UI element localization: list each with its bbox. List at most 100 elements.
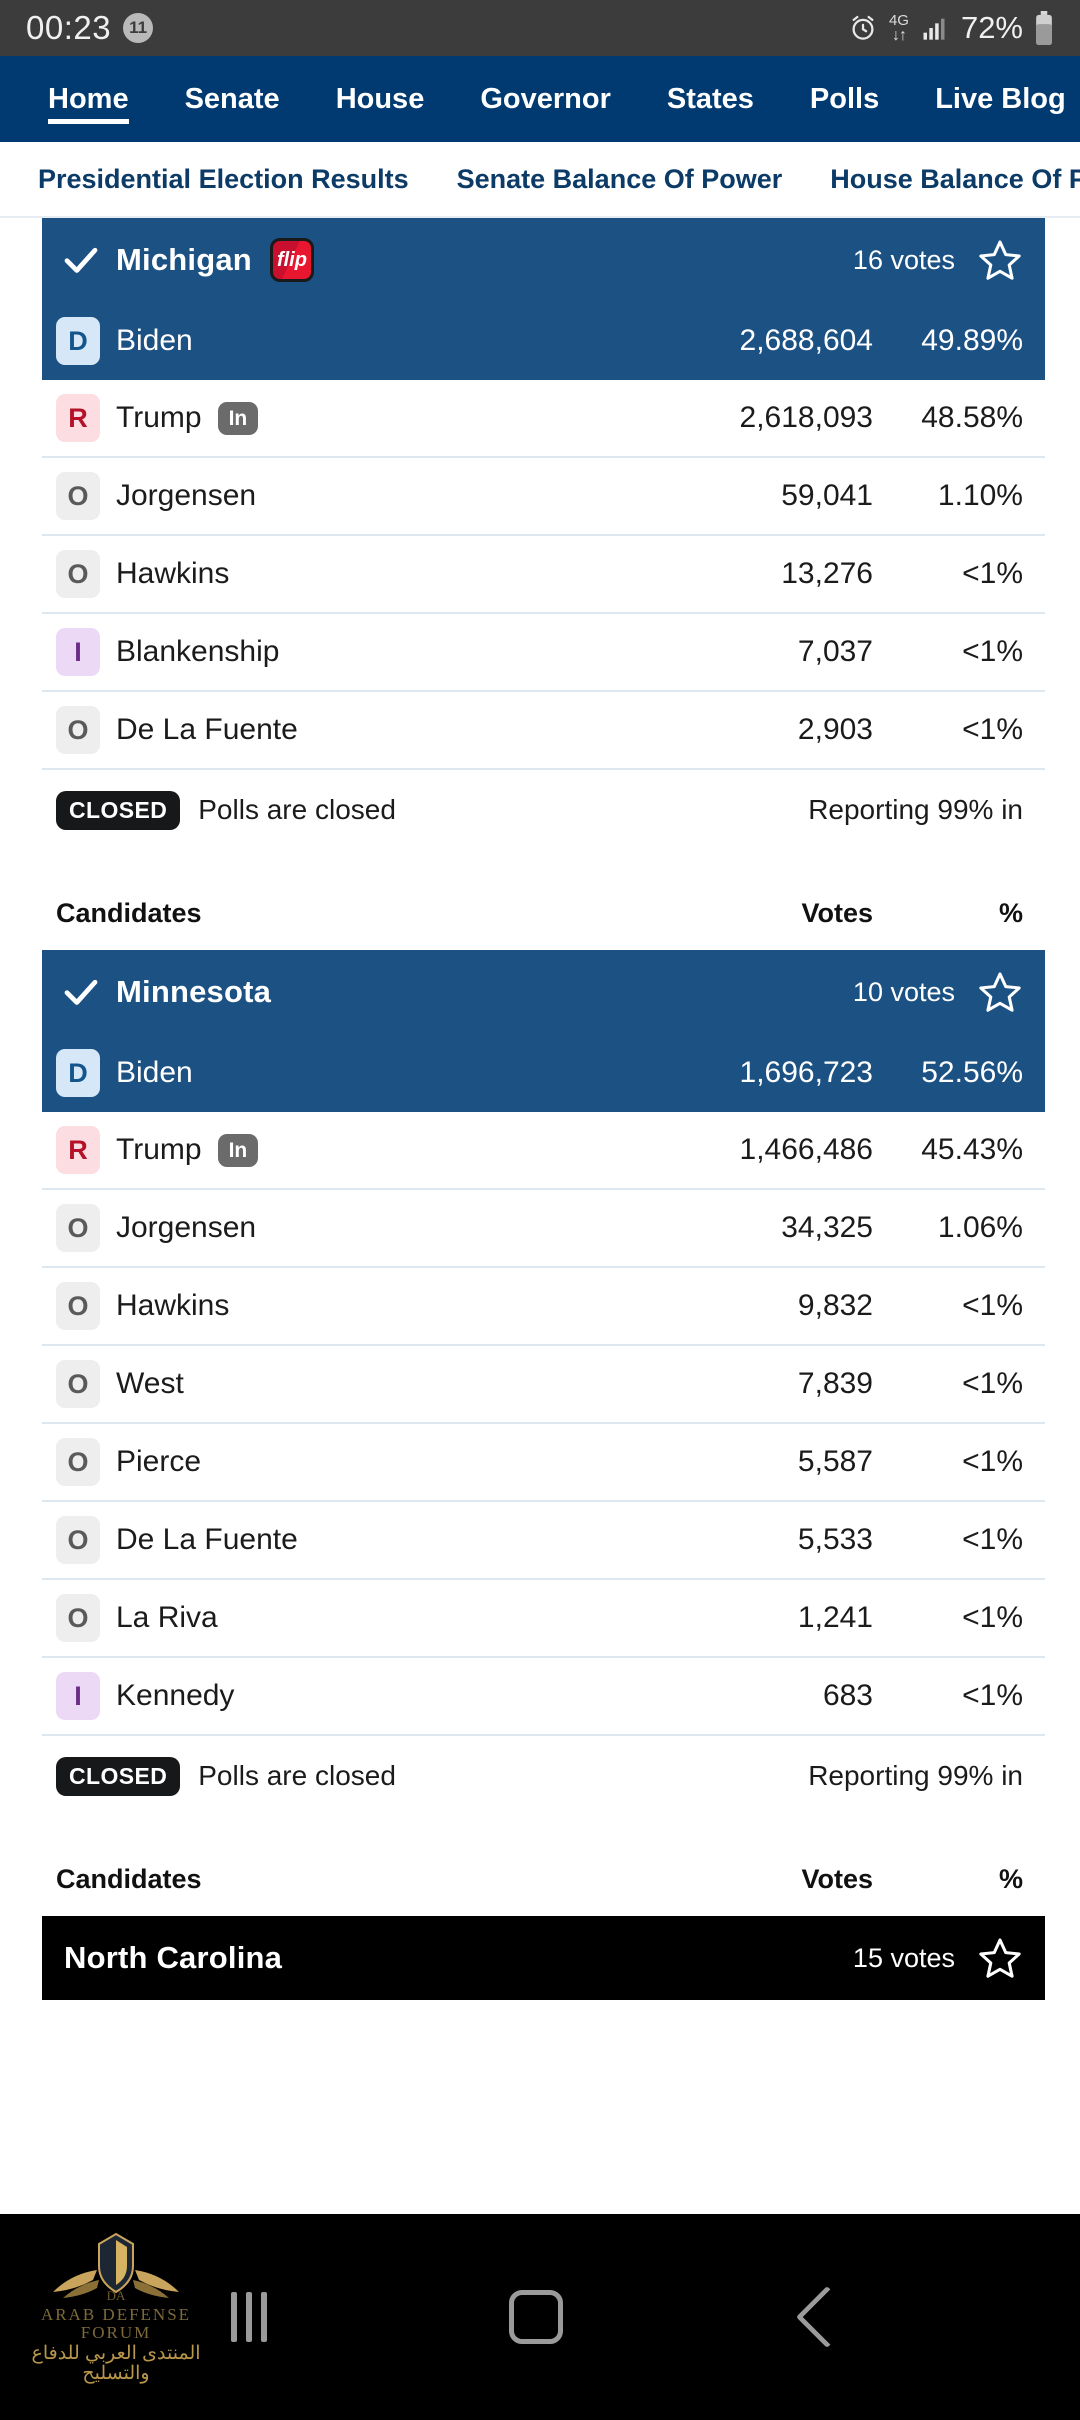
- table-row[interactable]: O Jorgensen 59,041 1.10%: [42, 458, 1045, 536]
- state-name-label: Michigan: [116, 242, 252, 277]
- candidate-rows: D Biden 1,696,723 52.56% R Trump In 1,466,486 45…: [42, 1034, 1045, 1736]
- subnav-senate-balance-of-power[interactable]: Senate Balance Of Power: [433, 164, 807, 195]
- nav-button-group[interactable]: [0, 2285, 1080, 2349]
- candidate-percent-value: <1%: [962, 1289, 1023, 1322]
- nav-tab-polls[interactable]: Polls: [782, 56, 907, 142]
- party-badge-o: O: [56, 1438, 100, 1486]
- candidate-votes-value: 5,533: [797, 1523, 873, 1556]
- state-header-left: Michigan flip: [64, 238, 853, 282]
- table-row[interactable]: D Biden 1,696,723 52.56%: [42, 1034, 1045, 1112]
- candidate-name-label: Hawkins: [116, 1289, 230, 1322]
- candidate-votes-value: 683: [822, 1679, 873, 1712]
- candidate-percent-value: <1%: [962, 635, 1023, 668]
- electoral-votes-label: 16 votes: [852, 244, 955, 275]
- column-header-percent: %: [998, 1863, 1023, 1894]
- nav-tab-live-blog[interactable]: Live Blog: [907, 56, 1080, 142]
- status-bar: 00:23 11 4G ↓↑ 72%: [0, 0, 1080, 56]
- home-button-icon[interactable]: [509, 2290, 563, 2344]
- candidate-name-label: Biden: [116, 324, 193, 357]
- table-row[interactable]: O De La Fuente 2,903 <1%: [42, 692, 1045, 770]
- candidate-name-label: De La Fuente: [116, 713, 298, 746]
- candidate-votes-value: 5,587: [797, 1445, 873, 1478]
- results-scroll-area[interactable]: Michigan flip 16 votes D Biden 2,688,604 49.89…: [0, 218, 1080, 2214]
- notification-count-badge: 11: [123, 13, 154, 43]
- candidate-votes-value: 1,466,486: [739, 1133, 873, 1166]
- table-row[interactable]: O Pierce 5,587 <1%: [42, 1424, 1045, 1502]
- state-header-left: Minnesota: [64, 974, 853, 1010]
- nav-tab-states[interactable]: States: [639, 56, 782, 142]
- reporting-percent-label: Reporting 99% in: [808, 794, 1023, 825]
- electoral-votes-label: 15 votes: [852, 1942, 955, 1973]
- table-row[interactable]: O West 7,839 <1%: [42, 1346, 1045, 1424]
- table-row[interactable]: O De La Fuente 5,533 <1%: [42, 1502, 1045, 1580]
- candidate-name-label: De La Fuente: [116, 1523, 298, 1556]
- state-header-michigan[interactable]: Michigan flip 16 votes: [42, 218, 1045, 302]
- status-bar-left: 00:23 11: [26, 9, 154, 47]
- candidate-percent-value: <1%: [962, 1523, 1023, 1556]
- party-badge-o: O: [56, 1204, 100, 1252]
- candidate-votes-value: 34,325: [781, 1211, 873, 1244]
- nav-tab-senate[interactable]: Senate: [157, 56, 308, 142]
- primary-navigation[interactable]: Home Senate House Governor States Polls …: [0, 56, 1080, 142]
- data-transfer-icon: 4G ↓↑: [888, 11, 909, 44]
- table-row[interactable]: D Biden 2,688,604 49.89%: [42, 302, 1045, 380]
- battery-percent-label: 72%: [960, 10, 1023, 45]
- candidate-votes-value: 59,041: [781, 479, 873, 512]
- table-row[interactable]: R Trump In 1,466,486 45.43%: [42, 1112, 1045, 1190]
- favorite-star-icon[interactable]: [977, 237, 1023, 283]
- candidate-name-label: Blankenship: [116, 635, 280, 668]
- status-badge: CLOSED: [56, 790, 181, 830]
- flip-badge: flip: [269, 238, 314, 282]
- party-badge-o: O: [56, 706, 100, 754]
- party-badge-r: R: [56, 1126, 100, 1174]
- subnav-house-balance-of-power[interactable]: House Balance Of Power: [806, 164, 1080, 195]
- table-row[interactable]: O Hawkins 13,276 <1%: [42, 536, 1045, 614]
- party-badge-i: I: [56, 1672, 100, 1720]
- recents-button-icon[interactable]: [231, 2292, 267, 2342]
- party-badge-o: O: [56, 1282, 100, 1330]
- nav-tab-governor[interactable]: Governor: [452, 56, 639, 142]
- back-button-icon[interactable]: [795, 2285, 859, 2349]
- nav-tab-house[interactable]: House: [308, 56, 453, 142]
- candidate-votes-value: 2,903: [797, 713, 873, 746]
- state-results-list: Michigan flip 16 votes D Biden 2,688,604 49.89…: [0, 218, 1080, 2000]
- column-header-candidates: Candidates: [56, 897, 202, 928]
- state-header-north-carolina[interactable]: North Carolina 15 votes: [42, 1916, 1045, 2000]
- candidate-percent-value: 49.89%: [921, 324, 1023, 357]
- table-row[interactable]: O La Riva 1,241 <1%: [42, 1580, 1045, 1658]
- nav-tab-home[interactable]: Home: [20, 56, 157, 142]
- table-row[interactable]: O Jorgensen 34,325 1.06%: [42, 1190, 1045, 1268]
- secondary-navigation[interactable]: Presidential Election Results Senate Bal…: [0, 142, 1080, 218]
- candidate-percent-value: <1%: [962, 557, 1023, 590]
- column-header-votes: Votes: [801, 897, 873, 928]
- poll-status-row: CLOSED Polls are closed Reporting 99% in: [42, 770, 1045, 850]
- table-row[interactable]: I Kennedy 683 <1%: [42, 1658, 1045, 1736]
- race-called-check-icon: [64, 978, 98, 1006]
- candidate-votes-value: 7,037: [797, 635, 873, 668]
- subnav-presidential-election-results[interactable]: Presidential Election Results: [14, 164, 433, 195]
- table-row[interactable]: O Hawkins 9,832 <1%: [42, 1268, 1045, 1346]
- android-navigation-bar[interactable]: DA ARAB DEFENSE FORUM المنتدى العربي للد…: [0, 2214, 1080, 2420]
- poll-status-row: CLOSED Polls are closed Reporting 99% in: [42, 1736, 1045, 1816]
- candidate-name-label: West: [116, 1367, 184, 1400]
- candidate-name-label: Pierce: [116, 1445, 202, 1478]
- candidate-percent-value: 1.10%: [937, 479, 1023, 512]
- candidate-percent-value: <1%: [962, 1679, 1023, 1712]
- state-header-minnesota[interactable]: Minnesota 10 votes: [42, 950, 1045, 1034]
- table-row[interactable]: I Blankenship 7,037 <1%: [42, 614, 1045, 692]
- alarm-icon: [848, 13, 878, 43]
- candidate-name-label: Hawkins: [116, 557, 230, 590]
- favorite-star-icon[interactable]: [977, 1935, 1023, 1981]
- party-badge-o: O: [56, 1516, 100, 1564]
- candidate-votes-value: 1,696,723: [739, 1056, 873, 1089]
- favorite-star-icon[interactable]: [977, 969, 1023, 1015]
- state-block-michigan: Michigan flip 16 votes D Biden 2,688,604 49.89…: [0, 218, 1080, 850]
- party-badge-d: D: [56, 317, 100, 365]
- state-block-north-carolina: North Carolina 15 votes: [0, 1916, 1080, 2000]
- candidate-votes-value: 9,832: [797, 1289, 873, 1322]
- table-row[interactable]: R Trump In 2,618,093 48.58%: [42, 380, 1045, 458]
- party-badge-o: O: [56, 550, 100, 598]
- reporting-percent-label: Reporting 99% in: [808, 1760, 1023, 1791]
- incumbent-badge: In: [217, 401, 259, 435]
- candidate-percent-value: <1%: [962, 1367, 1023, 1400]
